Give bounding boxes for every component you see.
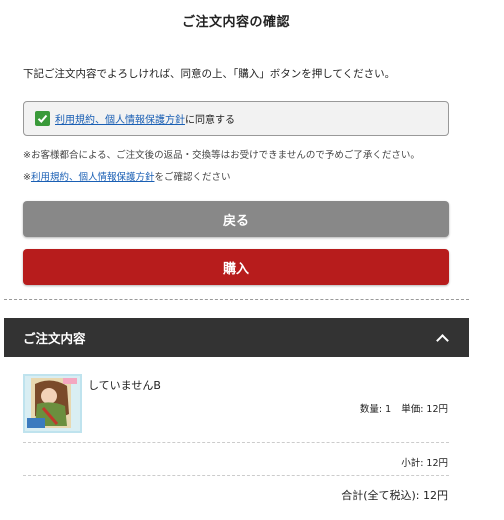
terms-privacy-link[interactable]: 利用規約、個人情報保護方針 — [55, 115, 185, 126]
order-summary-header[interactable]: ご注文内容 — [4, 318, 469, 357]
subtotal-divider — [23, 475, 449, 476]
terms-privacy-link-2[interactable]: 利用規約、個人情報保護方針 — [31, 172, 155, 183]
intro-text: 下記ご注文内容でよろしければ、同意の上、「購入」ボタンを押してください。 — [23, 68, 396, 80]
quantity-price-row: 数量: 1 単価: 12円 — [350, 401, 448, 415]
section-divider — [4, 299, 469, 300]
checkbox-checked-icon[interactable] — [35, 111, 50, 126]
quantity-text: 数量: 1 — [359, 404, 392, 415]
order-summary-title: ご注文内容 — [23, 331, 86, 346]
buy-button[interactable]: 購入 — [23, 249, 449, 285]
chevron-up-icon[interactable] — [436, 333, 449, 347]
product-name-link[interactable]: していませんB — [88, 377, 161, 393]
back-button[interactable]: 戻る — [23, 201, 449, 237]
confirm-suffix: をご確認ください — [154, 172, 231, 183]
total-text: 合計(全て税込): 12円 — [341, 489, 448, 502]
page-title: ご注文内容の確認 — [181, 15, 290, 30]
unit-price-text: 単価: 12円 — [401, 404, 448, 415]
agreement-checkbox-row[interactable]: 利用規約、個人情報保護方針に同意する — [23, 101, 449, 136]
agreement-suffix: に同意する — [185, 115, 235, 126]
confirm-notice: ※利用規約、個人情報保護方針をご確認ください — [23, 169, 231, 183]
subtotal-text: 小計: 12円 — [401, 458, 448, 469]
confirm-prefix: ※ — [23, 172, 31, 183]
item-divider — [23, 442, 449, 443]
agreement-label: 利用規約、個人情報保護方針に同意する — [55, 111, 235, 126]
product-thumbnail[interactable] — [23, 374, 82, 433]
cancel-notice: ※お客様都合による、ご注文後の返品・交換等はお受けできませんので予めご了承くださ… — [23, 150, 420, 161]
